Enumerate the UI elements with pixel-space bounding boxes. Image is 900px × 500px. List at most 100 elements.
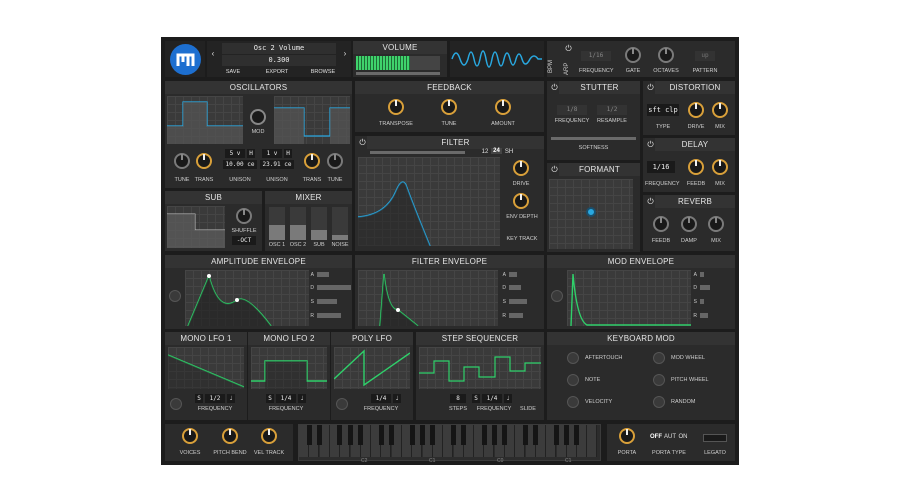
mixer-fader-1[interactable] bbox=[269, 207, 285, 240]
piano-black-key[interactable] bbox=[481, 425, 487, 445]
filter-drive-knob[interactable] bbox=[513, 160, 529, 176]
distortion-mix-knob[interactable] bbox=[712, 102, 728, 118]
filter-env-r-slider[interactable] bbox=[509, 313, 523, 318]
mono-lfo-2-rate[interactable]: 1/4 bbox=[276, 394, 296, 403]
arp-power-icon[interactable]: ⏻ bbox=[564, 44, 573, 53]
legato-toggle[interactable] bbox=[703, 434, 727, 442]
filter-mode-sh[interactable]: SH bbox=[503, 149, 515, 155]
piano-black-key[interactable] bbox=[522, 425, 528, 445]
delay-mix-knob[interactable] bbox=[712, 159, 728, 175]
reverb-mix-knob[interactable] bbox=[708, 216, 724, 232]
distortion-power-icon[interactable]: ⏻ bbox=[646, 83, 655, 92]
piano-black-key[interactable] bbox=[378, 425, 384, 445]
osc2-unison-detune[interactable]: 23.91 ce bbox=[260, 160, 294, 169]
step-sequencer-steps[interactable]: 8 bbox=[450, 394, 466, 403]
note-mod-icon[interactable] bbox=[567, 374, 579, 386]
filter-mode-12[interactable]: 12 bbox=[480, 149, 490, 155]
filter-env-depth-knob[interactable] bbox=[513, 193, 529, 209]
filter-env-a-slider[interactable] bbox=[509, 272, 517, 277]
mod-env-r-slider[interactable] bbox=[700, 313, 708, 318]
filter-mode-24[interactable]: 24 bbox=[491, 148, 502, 154]
pitch-bend-knob[interactable] bbox=[222, 428, 238, 444]
porta-type-off[interactable]: OFF bbox=[649, 434, 663, 440]
mono-lfo-2-note-button[interactable]: ♩ bbox=[298, 394, 306, 403]
piano-black-key[interactable] bbox=[574, 425, 580, 445]
pitch-wheel-mod-icon[interactable] bbox=[653, 374, 665, 386]
osc1-wave-display[interactable] bbox=[167, 96, 243, 144]
reverb-damp-knob[interactable] bbox=[681, 216, 697, 232]
save-button[interactable]: SAVE bbox=[219, 69, 247, 75]
stutter-power-icon[interactable]: ⏻ bbox=[550, 83, 559, 92]
mod-env-mod-source-icon[interactable] bbox=[551, 290, 563, 302]
piano-black-key[interactable] bbox=[419, 425, 425, 445]
piano-black-key[interactable] bbox=[358, 425, 363, 445]
piano-black-key[interactable] bbox=[461, 425, 466, 445]
next-preset-button[interactable]: › bbox=[341, 49, 349, 58]
random-mod-icon[interactable] bbox=[653, 396, 665, 408]
sub-octave[interactable]: -OCT bbox=[232, 236, 256, 245]
poly-lfo-rate[interactable]: 1/4 bbox=[371, 394, 391, 403]
delay-power-icon[interactable]: ⏻ bbox=[646, 140, 655, 149]
step-sequencer-display[interactable] bbox=[419, 347, 541, 389]
delay-rate[interactable]: 1/16 bbox=[647, 161, 675, 173]
porta-type-on[interactable]: ON bbox=[677, 434, 689, 440]
piano-black-key[interactable] bbox=[316, 425, 322, 445]
feedback-amount-knob[interactable] bbox=[495, 99, 511, 115]
piano-black-key[interactable] bbox=[388, 425, 394, 445]
piano-black-key[interactable] bbox=[450, 425, 456, 445]
filter-env-d-slider[interactable] bbox=[509, 285, 521, 290]
piano-black-key[interactable] bbox=[409, 425, 415, 445]
voices-knob[interactable] bbox=[182, 428, 198, 444]
browse-button[interactable]: BROWSE bbox=[307, 69, 339, 75]
prev-preset-button[interactable]: ‹ bbox=[209, 49, 217, 58]
piano-black-key[interactable] bbox=[337, 425, 343, 445]
mixer-fader-2[interactable] bbox=[290, 207, 306, 240]
step-sequencer-rate[interactable]: 1/4 bbox=[482, 394, 502, 403]
poly-lfo-mod-icon[interactable] bbox=[336, 398, 348, 410]
aftertouch-mod-icon[interactable] bbox=[567, 352, 579, 364]
osc1-tune-knob[interactable] bbox=[174, 153, 190, 169]
mono-lfo-1-sync-button[interactable]: S bbox=[195, 394, 203, 403]
poly-lfo-display[interactable] bbox=[333, 347, 411, 389]
distortion-type[interactable]: sft clp bbox=[647, 104, 679, 116]
piano-black-key[interactable] bbox=[347, 425, 353, 445]
filter-blend-slider[interactable] bbox=[370, 151, 465, 154]
osc2-tune-knob[interactable] bbox=[327, 153, 343, 169]
piano-black-key[interactable] bbox=[306, 425, 312, 445]
formant-xy-handle[interactable] bbox=[586, 207, 596, 217]
amp-env-d-slider[interactable] bbox=[317, 285, 351, 290]
piano-black-key[interactable] bbox=[564, 425, 569, 445]
volume-slider[interactable] bbox=[356, 72, 440, 75]
poly-lfo-note-button[interactable]: ♩ bbox=[393, 394, 401, 403]
filter-env-s-slider[interactable] bbox=[509, 299, 527, 304]
preset-name[interactable]: Osc 2 Volume bbox=[222, 43, 336, 54]
delay-feedback-knob[interactable] bbox=[688, 159, 704, 175]
reverb-feedback-knob[interactable] bbox=[653, 216, 669, 232]
stutter-frequency-value[interactable]: 1/8 bbox=[557, 105, 587, 115]
piano-keyboard[interactable]: C2 C1 C0 C1 bbox=[298, 424, 601, 464]
osc1-unison-detune[interactable]: 10.00 ce bbox=[223, 160, 257, 169]
arp-gate-knob[interactable] bbox=[625, 47, 641, 63]
osc1-h-button[interactable]: H bbox=[247, 149, 255, 158]
distortion-drive-knob[interactable] bbox=[688, 102, 704, 118]
filter-response-display[interactable] bbox=[357, 157, 500, 247]
logo-icon[interactable] bbox=[170, 44, 201, 75]
mod-env-a-slider[interactable] bbox=[700, 272, 704, 277]
mod-env-d-slider[interactable] bbox=[700, 285, 710, 290]
arp-rate[interactable]: 1/16 bbox=[581, 51, 611, 61]
amp-env-r-slider[interactable] bbox=[317, 313, 341, 318]
export-button[interactable]: EXPORT bbox=[262, 69, 292, 75]
velocity-mod-icon[interactable] bbox=[567, 396, 579, 408]
vel-track-knob[interactable] bbox=[261, 428, 277, 444]
sub-shuffle-knob[interactable] bbox=[236, 208, 252, 224]
mixer-fader-4[interactable] bbox=[332, 207, 348, 240]
feedback-tune-knob[interactable] bbox=[441, 99, 457, 115]
mono-lfo-1-mod-icon[interactable] bbox=[170, 398, 182, 410]
arp-octaves-knob[interactable] bbox=[658, 47, 674, 63]
volume-meter[interactable] bbox=[356, 56, 410, 70]
mod-env-display[interactable] bbox=[567, 270, 691, 327]
step-sequencer-note-button[interactable]: ♩ bbox=[504, 394, 512, 403]
reverb-power-icon[interactable]: ⏻ bbox=[646, 197, 655, 206]
arp-pattern[interactable]: up bbox=[695, 51, 715, 61]
piano-white-key[interactable] bbox=[587, 425, 598, 457]
